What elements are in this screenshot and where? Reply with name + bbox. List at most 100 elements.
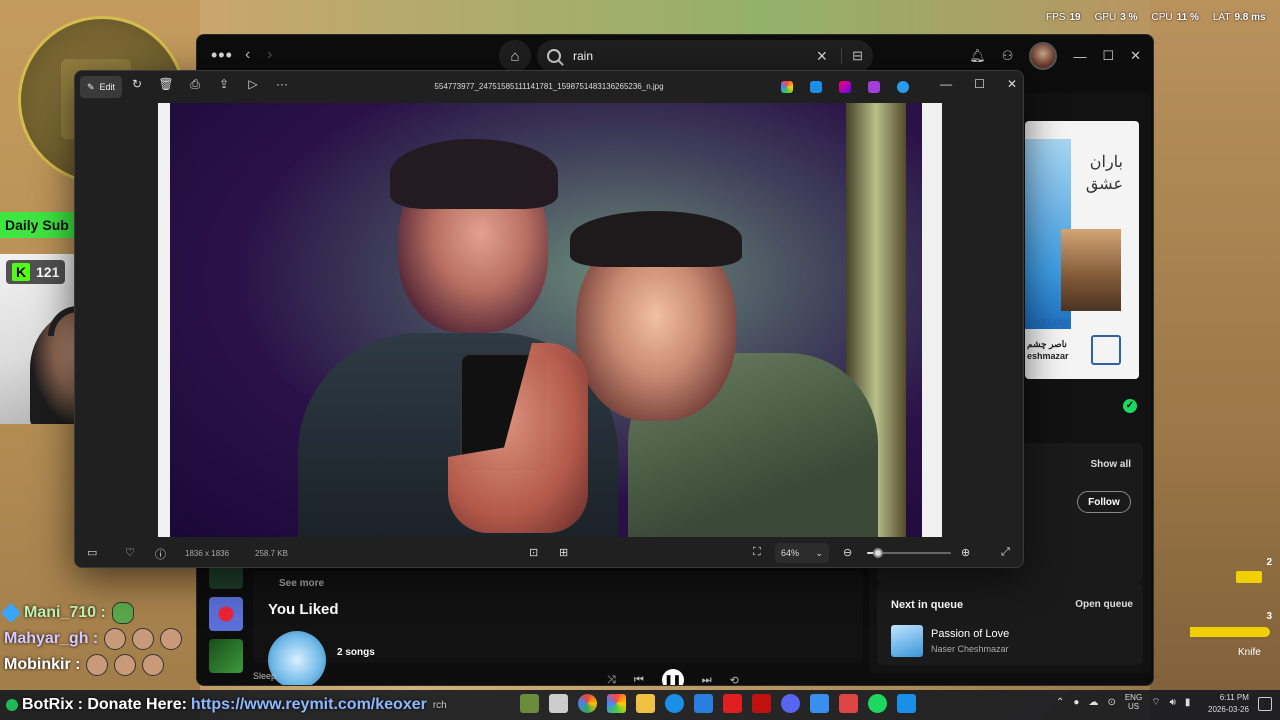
discord-icon[interactable] xyxy=(781,694,800,713)
media-icon[interactable] xyxy=(752,694,771,713)
spotify-search-input[interactable] xyxy=(573,49,809,63)
game-background-top xyxy=(200,0,1150,36)
clipchamp-icon[interactable] xyxy=(868,81,880,93)
next-in-queue-heading: Next in queue xyxy=(891,599,964,611)
tray-app-icon[interactable]: ● xyxy=(1073,697,1079,708)
album-cover-title: باران عشق xyxy=(1085,152,1123,194)
onedrive-icon[interactable] xyxy=(897,81,909,93)
saved-check-icon[interactable]: ✓ xyxy=(1123,399,1137,413)
pause-button[interactable]: ❚❚ xyxy=(661,669,684,685)
label-logo xyxy=(1091,335,1121,365)
album-subtitle: of Love xyxy=(1037,317,1070,328)
zoom-out-icon[interactable]: ⊖ xyxy=(843,546,852,559)
zoom-slider[interactable] xyxy=(867,548,951,558)
minimize-icon[interactable]: — xyxy=(1073,49,1086,64)
task-view-icon[interactable] xyxy=(549,694,568,713)
app-icon[interactable] xyxy=(520,694,539,713)
follow-button[interactable]: Follow xyxy=(1077,491,1131,513)
queue-track-art[interactable] xyxy=(891,625,923,657)
taskbar-clock[interactable]: 6:11 PM 2026-03-26 xyxy=(1208,692,1249,716)
queue-panel: Next in queue Open queue Passion of Love… xyxy=(877,583,1143,665)
volume-icon[interactable]: 🔊︎ xyxy=(1170,697,1176,708)
taskbar-apps xyxy=(520,694,916,713)
show-all-link[interactable]: Show all xyxy=(1090,459,1131,470)
emote-icon xyxy=(111,602,134,624)
library-item[interactable] xyxy=(209,597,243,631)
zoom-slider-knob[interactable] xyxy=(872,548,883,558)
copilot-icon[interactable] xyxy=(781,81,793,93)
minimize-icon[interactable]: — xyxy=(940,77,952,91)
fit-window-icon[interactable]: ⛶ xyxy=(753,546,761,559)
wifi-icon[interactable]: ⌔ xyxy=(1151,696,1160,709)
language-indicator[interactable]: ENG US xyxy=(1125,693,1142,712)
system-tray: ⌃ ● ☁ ⊙ ENG US ⌔ 🔊︎ ▮ xyxy=(1056,693,1191,712)
youtube-icon[interactable] xyxy=(723,694,742,713)
editor-icon[interactable] xyxy=(810,694,829,713)
photos-icon[interactable] xyxy=(897,694,916,713)
donate-link[interactable]: https://www.reymit.com/keoxer xyxy=(191,696,427,714)
home-button[interactable]: ⌂ xyxy=(499,40,531,72)
favorite-heart-icon[interactable]: ♡ xyxy=(125,546,135,559)
network-icon[interactable]: ⊙ xyxy=(1107,697,1115,708)
filmstrip-icon[interactable]: ▭ xyxy=(87,546,97,559)
cpu-stat: CPU 11 % xyxy=(1151,12,1199,23)
queue-track-artist[interactable]: Naser Cheshmazar xyxy=(931,644,1009,654)
album-cover: باران عشق of Love ناصر چشم eshmazar xyxy=(1025,121,1139,379)
chat-username: Mani_710 : xyxy=(24,604,106,621)
maximize-icon[interactable]: ☐ xyxy=(1102,48,1114,64)
clear-search-icon[interactable]: × xyxy=(817,46,828,67)
close-icon[interactable]: ✕ xyxy=(1007,77,1017,91)
emote-icon xyxy=(114,654,137,676)
library-sidebar xyxy=(203,555,249,681)
info-icon[interactable]: ⓘ xyxy=(155,546,166,562)
chat-overlay: Mani_710 : Mahyar_gh : Mobinkir : xyxy=(1,600,204,678)
designer-icon[interactable] xyxy=(839,81,851,93)
open-queue-link[interactable]: Open queue xyxy=(1075,599,1133,610)
previous-icon[interactable]: ⏮ xyxy=(634,674,644,686)
queue-track-title[interactable]: Passion of Love xyxy=(931,628,1009,640)
liked-songs-count[interactable]: 2 songs xyxy=(337,647,375,658)
back-arrow-icon[interactable]: ‹ xyxy=(245,46,250,64)
photo-canvas[interactable] xyxy=(158,103,942,537)
scan-icon[interactable]: ⊞ xyxy=(559,546,568,559)
app-icon[interactable] xyxy=(839,694,858,713)
notification-icon[interactable] xyxy=(1258,697,1272,711)
photo-person-left-hair xyxy=(390,139,558,209)
edge-icon[interactable] xyxy=(665,694,684,713)
viewer-status-bar: ▭ ♡ ⓘ 1836 x 1836 258.7 KB ⊡ ⊞ ⛶ 64% ⌄ ⊖… xyxy=(75,537,1023,567)
user-avatar[interactable] xyxy=(1029,42,1058,70)
copilot-icon[interactable] xyxy=(607,694,626,713)
spotify-search-bar[interactable]: × ⊟ xyxy=(537,40,873,72)
repeat-icon[interactable]: ⟲ xyxy=(730,674,739,686)
chrome-icon[interactable] xyxy=(578,694,597,713)
close-icon[interactable]: ✕ xyxy=(1130,48,1141,64)
friends-icon[interactable]: ⚇ xyxy=(1002,48,1014,64)
forward-arrow-icon[interactable]: › xyxy=(267,46,272,64)
emote-icon xyxy=(132,628,155,650)
photo-editor-icon[interactable] xyxy=(810,81,822,93)
file-size: 258.7 KB xyxy=(255,549,288,558)
current-track-title[interactable]: Sleep xyxy=(253,671,276,681)
spotify-menu-icon[interactable]: ••• xyxy=(211,45,233,66)
mail-icon[interactable] xyxy=(694,694,713,713)
shuffle-icon[interactable]: ⤨ xyxy=(607,674,616,686)
spotify-icon[interactable] xyxy=(868,694,887,713)
see-more-link[interactable]: See more xyxy=(279,578,324,589)
file-explorer-icon[interactable] xyxy=(636,694,655,713)
next-icon[interactable]: ⏭ xyxy=(702,674,712,686)
chat-message: Mahyar_gh : xyxy=(4,626,204,652)
select-icon[interactable]: ⊡ xyxy=(529,546,538,559)
browse-icon[interactable]: ⊟ xyxy=(841,48,863,64)
library-item[interactable] xyxy=(209,639,243,673)
battery-icon[interactable]: ▮ xyxy=(1185,697,1191,708)
bell-icon[interactable]: 🔔︎ xyxy=(969,48,986,64)
taskbar-search-text[interactable]: rch xyxy=(433,700,447,711)
emote-icon xyxy=(142,654,165,676)
chat-message: Mobinkir : xyxy=(4,652,204,678)
fullscreen-icon[interactable]: ⤢ xyxy=(1001,546,1010,559)
cloud-icon[interactable]: ☁ xyxy=(1088,697,1098,708)
maximize-icon[interactable]: ☐ xyxy=(974,77,985,91)
zoom-dropdown[interactable]: 64% ⌄ xyxy=(775,543,829,563)
zoom-in-icon[interactable]: ⊕ xyxy=(961,546,970,559)
chevron-up-icon[interactable]: ⌃ xyxy=(1056,697,1064,708)
